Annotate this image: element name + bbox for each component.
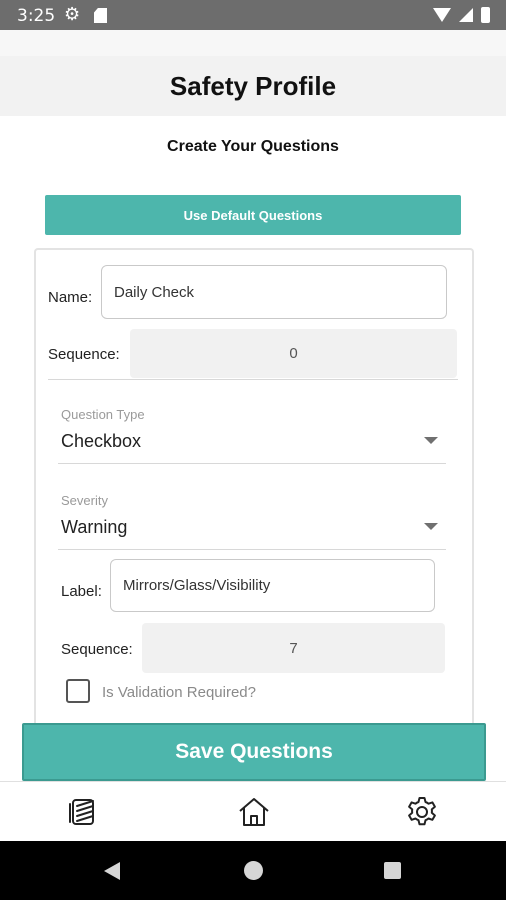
wifi-icon (433, 8, 451, 22)
signal-icon (459, 8, 473, 22)
settings-icon (408, 797, 436, 826)
header: Safety Profile (0, 56, 506, 116)
status-right-icons (433, 7, 490, 23)
question-type-select[interactable]: Checkbox (58, 425, 446, 463)
top-spacer (0, 30, 506, 56)
question-type-value: Checkbox (61, 431, 142, 451)
severity-caption: Severity (61, 493, 108, 508)
name-label: Name: (48, 289, 93, 306)
severity-select[interactable]: Warning (58, 511, 446, 549)
name-input[interactable]: Daily Check (101, 265, 447, 319)
divider (58, 463, 446, 464)
save-questions-button[interactable]: Save Questions (22, 723, 486, 781)
status-bar: 3:25 ⚙ (0, 0, 506, 30)
question-label-label: Label: (61, 583, 102, 600)
validation-required-checkbox[interactable] (66, 679, 90, 703)
question-type-caption: Question Type (61, 407, 145, 422)
question-label-input[interactable]: Mirrors/Glass/Visibility (110, 559, 435, 612)
tab-questions[interactable] (67, 794, 103, 830)
gear-icon: ⚙ (64, 4, 81, 24)
back-icon[interactable] (104, 862, 120, 880)
question-sequence-input[interactable]: 7 (142, 623, 445, 673)
status-time: 3:25 (17, 6, 56, 26)
question-sequence-label: Sequence: (61, 641, 133, 658)
home-icon (239, 798, 269, 826)
page-title: Safety Profile (169, 70, 337, 101)
tab-home[interactable] (236, 794, 272, 830)
profile-sequence-label: Sequence: (48, 346, 120, 363)
chevron-down-icon (424, 523, 438, 530)
tab-settings[interactable] (404, 794, 440, 830)
divider (58, 549, 446, 550)
section-subtitle: Create Your Questions (167, 138, 339, 155)
profile-sequence-input[interactable]: 0 (130, 329, 457, 378)
divider (48, 379, 458, 380)
sd-card-icon (94, 8, 107, 23)
screen: 3:25 ⚙ Safety Profile Create Your Questi… (0, 0, 506, 900)
chevron-down-icon (424, 437, 438, 444)
system-nav-bar (0, 841, 506, 900)
bottom-tab-bar (0, 781, 506, 841)
recent-apps-icon[interactable] (384, 862, 401, 879)
battery-icon (481, 7, 490, 23)
severity-value: Warning (61, 517, 128, 537)
home-circle-icon[interactable] (244, 861, 263, 880)
validation-required-label: Is Validation Required? (102, 684, 256, 701)
use-default-questions-button[interactable]: Use Default Questions (45, 195, 461, 235)
list-icon (69, 799, 94, 825)
